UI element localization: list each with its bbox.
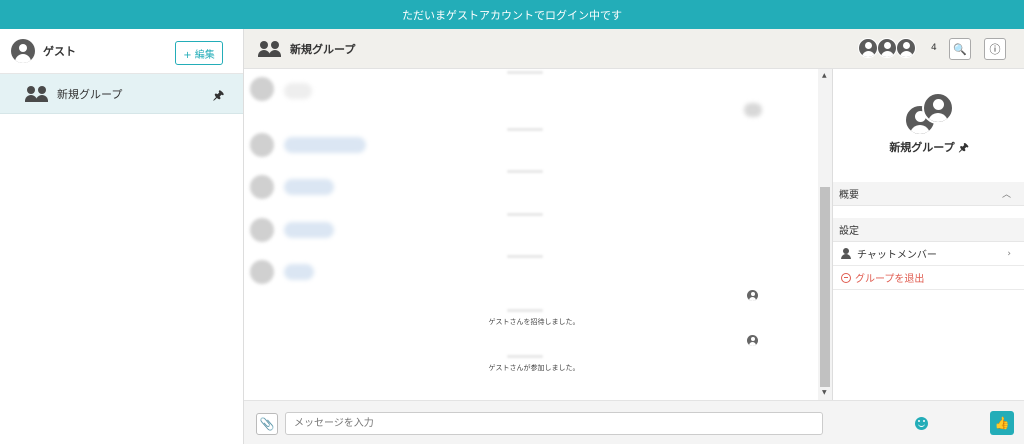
message-scrollbar[interactable]: ▲ ▼: [818, 69, 832, 400]
message-bubble: [284, 264, 314, 280]
edit-button[interactable]: + 編集: [175, 41, 223, 65]
message-time: [507, 213, 543, 216]
scroll-thumb[interactable]: [820, 187, 830, 387]
sidebar-header: ゲスト + 編集: [0, 29, 243, 74]
group-icon: [25, 85, 49, 102]
emoji-icon[interactable]: [915, 417, 928, 430]
message-list[interactable]: ゲストさんを招待しました。 ゲストさんが参加しました。: [244, 69, 818, 400]
message-time: [507, 355, 543, 358]
guest-banner-text: ただいまゲストアカウントでログイン中です: [402, 8, 622, 22]
message-bubble: [284, 83, 312, 99]
member-avatar[interactable]: [250, 77, 274, 101]
user-avatar-icon[interactable]: [11, 39, 35, 63]
member-avatar[interactable]: [250, 133, 274, 157]
message-time: [507, 309, 543, 312]
sidebar-item-label: 新規グループ: [57, 87, 123, 101]
user-avatar-icon[interactable]: [858, 38, 878, 58]
chat-pane: 新規グループ ゲストさんを招待しました。 ゲストさんが参加しました。 ▲ ▼: [244, 29, 832, 444]
chevron-right-icon: ›: [1007, 248, 1011, 259]
member-count: 4: [931, 43, 937, 53]
user-avatar-icon: [747, 290, 758, 301]
group-info-panel: 新規グループ 🖈 概要 ︿ 設定 チャットメンバー › グループを退出: [832, 69, 1024, 400]
chat-title: 新規グループ: [290, 42, 356, 56]
member-avatar[interactable]: [250, 260, 274, 284]
member-avatar[interactable]: [250, 218, 274, 242]
member-avatar[interactable]: [250, 175, 274, 199]
pin-icon[interactable]: 🖈: [213, 86, 224, 107]
message-time: [507, 71, 543, 74]
leave-group-row[interactable]: グループを退出: [833, 266, 1024, 290]
info-button[interactable]: ⓘ: [984, 38, 1006, 60]
person-icon: [841, 248, 851, 259]
pin-icon[interactable]: 🖈: [959, 141, 969, 154]
message-time: [507, 170, 543, 173]
message-time: [507, 128, 543, 131]
settings-section: 設定: [833, 218, 1024, 242]
system-message: ゲストさんが参加しました。: [488, 364, 580, 372]
user-avatar-icon: [747, 335, 758, 346]
guest-banner: ただいまゲストアカウントでログイン中です: [0, 0, 1024, 29]
user-name: ゲスト: [43, 45, 76, 58]
scroll-down-icon[interactable]: ▼: [822, 389, 827, 396]
overview-section[interactable]: 概要 ︿: [833, 182, 1024, 206]
sidebar-item-group[interactable]: 新規グループ 🖈: [0, 74, 243, 114]
system-message: ゲストさんを招待しました。: [488, 318, 580, 326]
like-button[interactable]: 👍: [990, 411, 1014, 435]
chat-members-row[interactable]: チャットメンバー ›: [833, 242, 1024, 266]
group-icon: [258, 40, 282, 57]
chat-members-label: チャットメンバー: [857, 250, 937, 261]
message-time: [507, 255, 543, 258]
user-avatar-icon[interactable]: [877, 38, 897, 58]
message-bubble: [744, 103, 762, 117]
chevron-up-icon: ︿: [1001, 190, 1011, 200]
message-bubble: [284, 222, 334, 238]
message-bubble: [284, 179, 334, 195]
scroll-up-icon[interactable]: ▲: [822, 72, 827, 79]
overview-label: 概要: [839, 190, 859, 201]
chat-header: 新規グループ: [244, 29, 832, 69]
search-button[interactable]: 🔍: [949, 38, 971, 60]
message-bubble: [284, 137, 366, 153]
group-info-title: 新規グループ 🖈: [833, 139, 1024, 158]
clip-icon[interactable]: 📎: [256, 413, 278, 435]
group-info-title-text: 新規グループ: [889, 141, 955, 154]
sidebar: ゲスト + 編集 新規グループ 🖈: [0, 29, 244, 444]
group-avatar-icon: [904, 92, 956, 138]
settings-label: 設定: [839, 226, 859, 237]
user-avatar-icon[interactable]: [896, 38, 916, 58]
member-avatars[interactable]: [858, 38, 916, 58]
message-input[interactable]: [285, 412, 823, 435]
message-input-bar: 📎 👍: [244, 400, 1024, 444]
leave-group-label: グループを退出: [855, 274, 925, 285]
leave-icon: [841, 272, 851, 283]
